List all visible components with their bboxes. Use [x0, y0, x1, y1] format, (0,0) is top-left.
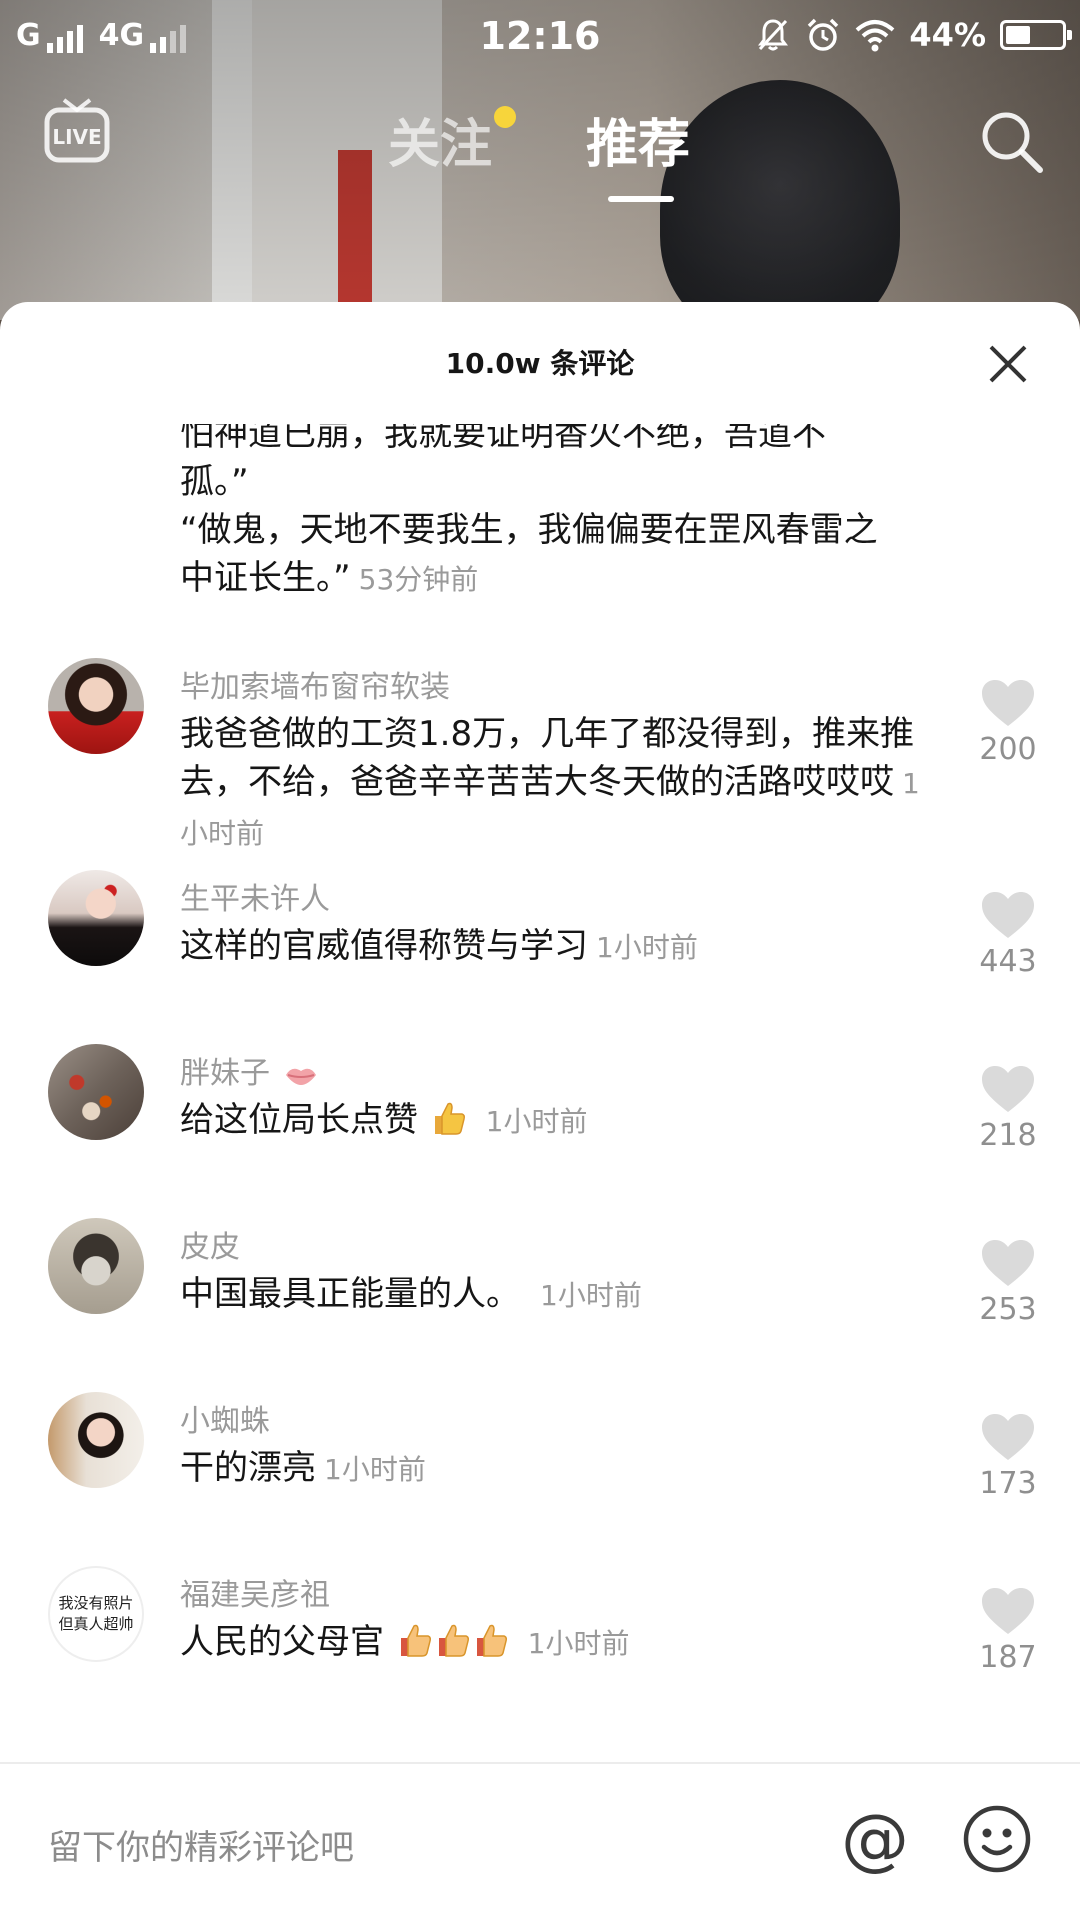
new-badge-dot: [494, 106, 516, 128]
comment-input[interactable]: 留下你的精彩评论吧: [48, 1820, 354, 1869]
comment-body: 中国最具正能量的人。 1小时前: [180, 1270, 940, 1320]
comment-author[interactable]: 福建吴彦祖: [180, 1570, 330, 1614]
comment-text: 人民的父母官: [180, 1622, 384, 1662]
like-count: 253: [979, 1292, 1037, 1327]
like-button[interactable]: 187: [976, 1586, 1040, 1675]
like-button[interactable]: 443: [976, 890, 1040, 979]
heart-icon: [982, 680, 1034, 726]
avatar-text: 我没有照片: [58, 1594, 134, 1612]
comment-text: 给这位局长点赞: [180, 1100, 418, 1140]
comment-time: 1小时前: [596, 931, 698, 964]
partial-line: “做鬼，天地不要我生，我偏偏要在罡风春雷之: [180, 510, 878, 550]
comment-body: 干的漂亮 1小时前: [180, 1444, 940, 1494]
battery-icon: [1000, 20, 1072, 50]
avatar[interactable]: [48, 1218, 144, 1314]
close-icon[interactable]: [986, 342, 1030, 386]
mute-bell-icon: [758, 19, 789, 51]
partial-line: 中证长生。”: [180, 558, 351, 598]
comment-body: 这样的官威值得称赞与学习 1小时前: [180, 922, 940, 972]
comment-time: 1小时前: [540, 1279, 642, 1312]
svg-text:@: @: [841, 1804, 909, 1874]
comment-body: 我爸爸做的工资1.8万，几年了都没得到，推来推去，不给，爸爸辛辛苦苦大冬天做的活…: [180, 710, 940, 858]
like-count: 173: [979, 1466, 1037, 1501]
tab-recommend[interactable]: 推荐: [586, 102, 690, 177]
comment-author[interactable]: 皮皮: [180, 1222, 240, 1266]
heart-icon: [982, 892, 1034, 938]
partial-line: 孤。”: [180, 462, 249, 502]
comment-text: 中国最具正能量的人。: [180, 1274, 520, 1314]
tab-follow[interactable]: 关注: [388, 102, 492, 177]
comment-text: 我爸爸做的工资1.8万，几年了都没得到，推来推去，不给，爸爸辛辛苦苦大冬天做的活…: [180, 714, 915, 802]
thumbs-up-icon: [434, 1102, 465, 1135]
like-count: 443: [979, 944, 1037, 979]
avatar[interactable]: [48, 658, 144, 754]
heart-icon: [982, 1588, 1034, 1634]
thumbs-up-icon: [476, 1624, 507, 1657]
avatar-text: 但真人超帅: [58, 1615, 134, 1633]
svg-text:LIVE: LIVE: [52, 125, 101, 149]
at-icon[interactable]: @: [840, 1804, 910, 1874]
comment-time: 53分钟前: [358, 563, 479, 596]
heart-icon: [982, 1414, 1034, 1460]
status-right: 44%: [755, 16, 1072, 54]
like-button[interactable]: 173: [976, 1412, 1040, 1501]
comment-text: 这样的官威值得称赞与学习: [180, 926, 588, 966]
comment-author[interactable]: 生平未许人: [180, 874, 330, 918]
comment-author[interactable]: 胖妹子: [180, 1048, 318, 1092]
search-icon[interactable]: [976, 106, 1046, 176]
comment-count-title: 10.0w 条评论: [445, 347, 635, 380]
comment-body: 给这位局长点赞 1小时前: [180, 1096, 940, 1146]
heart-icon: [982, 1066, 1034, 1112]
status-bar: G 4G 12:16 44%: [0, 0, 1080, 72]
comment-text: 干的漂亮: [180, 1448, 316, 1488]
heart-icon: [982, 1240, 1034, 1286]
like-count: 187: [979, 1640, 1037, 1675]
thumbs-up-icon: [400, 1624, 431, 1657]
avatar[interactable]: [48, 1044, 144, 1140]
smile-icon[interactable]: [962, 1804, 1032, 1874]
active-tab-indicator: [608, 196, 674, 202]
avatar[interactable]: [48, 870, 144, 966]
comment-time: 1小时前: [324, 1453, 426, 1486]
thumbs-up-icon: [438, 1624, 469, 1657]
battery-fill: [1006, 26, 1030, 44]
partial-line: 怕神道已崩，我就要证明香火不绝，吾道不: [180, 414, 826, 454]
comment-author-name[interactable]: 胖妹子: [180, 1056, 270, 1091]
avatar[interactable]: [48, 1392, 144, 1488]
comment-sheet: 10.0w 条评论 怕神道已崩，我就要证明香火不绝，吾道不 孤。” “做鬼，天地…: [0, 302, 1080, 1920]
comment-author[interactable]: 小蜘蛛: [180, 1396, 270, 1440]
comment-time: 1小时前: [485, 1105, 588, 1138]
comment-author[interactable]: 毕加索墙布窗帘软装: [180, 662, 450, 706]
like-count: 218: [979, 1118, 1037, 1153]
input-divider: [0, 1762, 1080, 1764]
like-button[interactable]: 200: [976, 678, 1040, 767]
like-button[interactable]: 253: [976, 1238, 1040, 1327]
like-count: 200: [979, 732, 1037, 767]
comment-time: 1小时前: [527, 1627, 630, 1660]
wifi-icon: [856, 20, 895, 52]
alarm-icon: [808, 18, 839, 51]
lips-icon: [285, 1068, 316, 1085]
partial-comment[interactable]: 怕神道已崩，我就要证明香火不绝，吾道不 孤。” “做鬼，天地不要我生，我偏偏要在…: [180, 410, 940, 604]
battery-percent: 44%: [909, 16, 986, 54]
comment-body: 人民的父母官 1小时前: [180, 1618, 940, 1668]
live-icon[interactable]: LIVE: [44, 96, 110, 166]
avatar[interactable]: 我没有照片 但真人超帅: [48, 1566, 144, 1662]
like-button[interactable]: 218: [976, 1064, 1040, 1153]
